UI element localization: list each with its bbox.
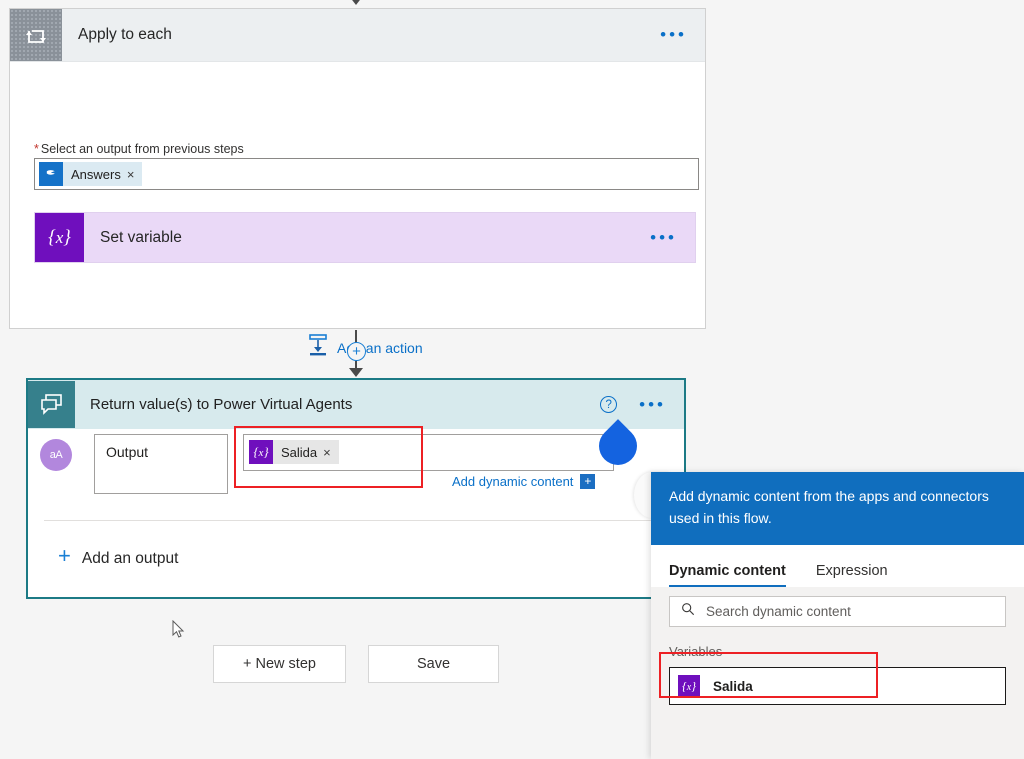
help-icon[interactable]: ? <box>600 396 617 413</box>
loop-icon <box>10 9 62 61</box>
ellipsis-icon[interactable]: ••• <box>660 31 687 39</box>
dynamic-content-panel[interactable]: Add dynamic content from the apps and co… <box>651 472 1024 759</box>
list-item-label: Salida <box>713 679 753 694</box>
insert-action-icon <box>308 334 328 361</box>
pva-card-header[interactable]: Return value(s) to Power Virtual Agents … <box>28 380 684 429</box>
ellipsis-icon[interactable]: ••• <box>650 234 677 242</box>
token-remove-icon[interactable]: × <box>323 445 339 460</box>
avatar: aA <box>40 439 72 471</box>
add-dynamic-content-label: Add dynamic content <box>452 474 573 489</box>
search-input[interactable]: Search dynamic content <box>669 596 1006 627</box>
token-salida[interactable]: {x} Salida × <box>249 440 339 464</box>
plus-icon: + <box>58 543 71 569</box>
search-icon <box>681 602 695 621</box>
add-dynamic-content-plus-icon[interactable]: + <box>580 474 595 489</box>
panel-banner: Add dynamic content from the apps and co… <box>651 472 1024 545</box>
apply-to-each-title: Apply to each <box>78 26 172 44</box>
list-item-salida[interactable]: {x} Salida <box>669 667 1006 705</box>
search-placeholder: Search dynamic content <box>706 604 851 619</box>
token-label: Salida <box>273 445 323 460</box>
add-dynamic-content-button[interactable]: Add dynamic content + <box>452 474 595 489</box>
mouse-cursor <box>172 620 185 644</box>
set-variable-card[interactable]: {x} Set variable ••• <box>34 212 696 263</box>
variable-icon: {x} <box>249 440 273 464</box>
output-value-input[interactable]: {x} Salida × <box>243 434 614 471</box>
pva-card-title: Return value(s) to Power Virtual Agents <box>90 396 352 413</box>
variable-icon: {x} <box>35 213 84 262</box>
token-label: Answers <box>63 167 127 182</box>
token-answers[interactable]: Answers × <box>39 162 142 186</box>
connector-arrow-bottom <box>349 368 363 377</box>
output-name-input[interactable]: Output <box>94 434 228 494</box>
flow-designer-canvas: Apply to each ••• *Select an output from… <box>0 0 1024 759</box>
ellipsis-icon[interactable]: ••• <box>639 401 666 409</box>
new-step-button[interactable]: + New step <box>213 645 346 683</box>
set-variable-title: Set variable <box>100 229 182 247</box>
select-output-label: *Select an output from previous steps <box>34 142 244 156</box>
variable-icon: {x} <box>678 675 700 697</box>
insert-step-button[interactable]: + <box>347 342 366 361</box>
add-an-output-label: Add an output <box>82 550 179 568</box>
add-an-output-button[interactable]: + Add an output <box>58 543 178 569</box>
tab-expression[interactable]: Expression <box>816 563 888 587</box>
chat-bubbles-icon <box>28 381 75 428</box>
group-label-variables: Variables <box>651 638 1024 667</box>
divider <box>44 520 658 521</box>
panel-tabs[interactable]: Dynamic content Expression <box>651 545 1024 587</box>
tab-dynamic-content[interactable]: Dynamic content <box>669 563 786 587</box>
connector-arrow-top <box>349 0 363 5</box>
apply-to-each-header[interactable]: Apply to each ••• <box>10 9 705 62</box>
token-remove-icon[interactable]: × <box>127 167 143 182</box>
save-button[interactable]: Save <box>368 645 499 683</box>
select-output-input[interactable]: Answers × <box>34 158 699 190</box>
forms-icon <box>39 162 63 186</box>
apply-to-each-body: *Select an output from previous steps An… <box>10 62 705 329</box>
required-marker: * <box>34 142 39 156</box>
panel-search-wrapper: Search dynamic content <box>651 587 1024 638</box>
apply-to-each-card[interactable]: Apply to each ••• *Select an output from… <box>9 8 706 329</box>
